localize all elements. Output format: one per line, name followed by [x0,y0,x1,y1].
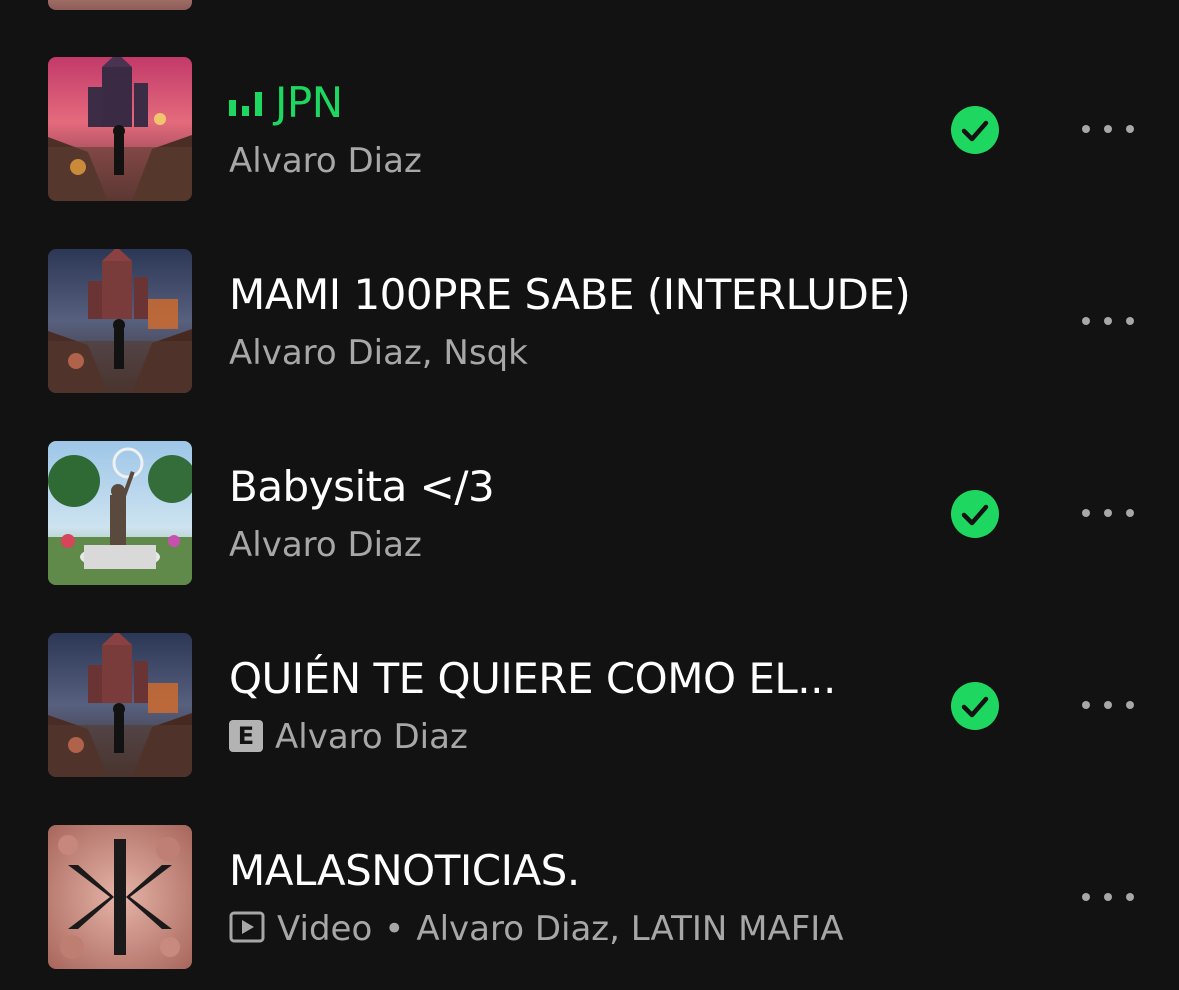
more-options-icon[interactable] [1078,491,1138,535]
track-title: JPN [229,77,343,129]
album-artwork [48,825,192,969]
track-list: JPN Alvaro Diaz MAMI 100PRE SABE (INTERL… [0,0,1179,990]
track-artists-line: E Alvaro Diaz [229,715,468,759]
track-row-mami-100pre-sabe[interactable]: MAMI 100PRE SABE (INTERLUDE) Alvaro Diaz… [0,249,1179,393]
content-type-label: Video [277,909,373,949]
track-artists: Alvaro Diaz, LATIN MAFIA [416,909,844,949]
track-title: QUIÉN TE QUIERE COMO EL... [229,654,836,703]
album-artwork [48,441,192,585]
album-artwork [48,57,192,201]
more-options-icon[interactable] [1078,875,1138,919]
album-artwork [48,633,192,777]
track-artists: Alvaro Diaz [275,717,468,757]
separator-dot: • [384,909,405,949]
track-row-quien-te-quiere[interactable]: QUIÉN TE QUIERE COMO EL... E Alvaro Diaz [0,633,1179,777]
downloaded-check-icon [951,682,999,730]
more-options-icon[interactable] [1078,683,1138,727]
track-artists-line: Video • Alvaro Diaz, LATIN MAFIA [229,907,844,951]
more-options-icon[interactable] [1078,107,1138,151]
track-row-malasnoticias[interactable]: MALASNOTICIAS. Video • Alvaro Diaz, LATIN … [0,825,1179,969]
track-title: MAMI 100PRE SABE (INTERLUDE) [229,270,911,319]
previous-track-artwork [48,0,192,10]
track-row-jpn[interactable]: JPN Alvaro Diaz [0,57,1179,201]
explicit-badge: E [229,720,263,752]
now-playing-equalizer-icon [229,91,262,116]
track-title: MALASNOTICIAS. [229,846,580,895]
track-artists: Alvaro Diaz [229,141,422,181]
downloaded-check-icon [951,490,999,538]
video-icon [229,911,265,943]
downloaded-check-icon [951,106,999,154]
more-options-icon[interactable] [1078,299,1138,343]
album-artwork [48,249,192,393]
track-artists: Alvaro Diaz, Nsqk [229,333,528,373]
track-row-babysita[interactable]: Babysita </3 Alvaro Diaz [0,441,1179,585]
track-title-text: JPN [275,78,343,127]
track-title: Babysita </3 [229,462,495,511]
track-artists: Alvaro Diaz [229,525,422,565]
